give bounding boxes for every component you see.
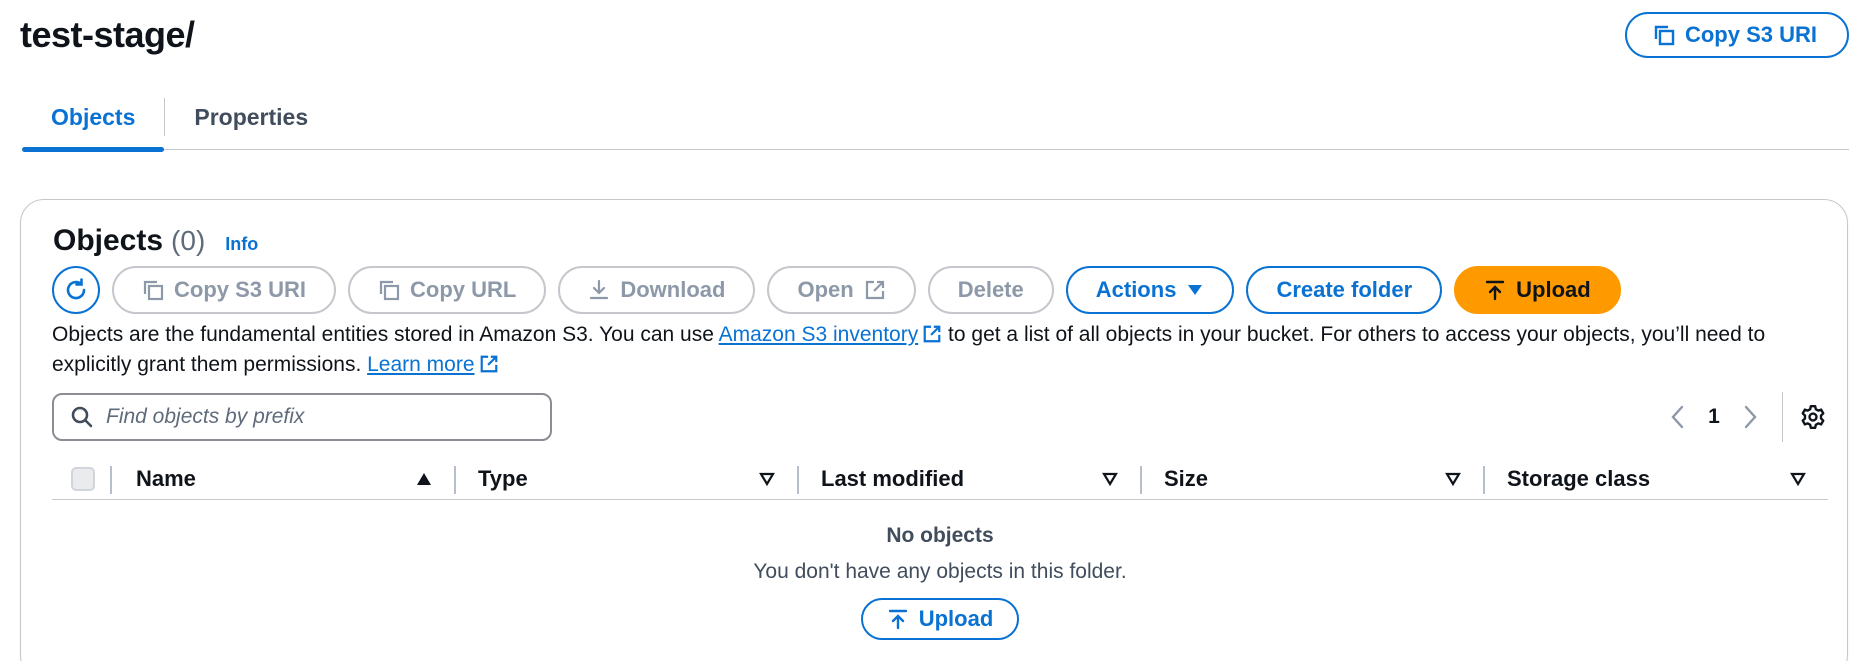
page-title: test-stage/ [20, 14, 195, 55]
s3-inventory-link-label: Amazon S3 inventory [718, 323, 919, 346]
external-link-icon [865, 280, 884, 300]
empty-state-upload-button[interactable]: Upload [861, 598, 1019, 640]
caret-down-icon [1188, 285, 1203, 295]
tab-bar: Objects Properties [22, 92, 1849, 152]
search-icon [71, 406, 93, 428]
column-header-name[interactable]: Name [112, 458, 454, 499]
copy-url-label: Copy URL [410, 277, 517, 302]
column-header-type[interactable]: Type [454, 458, 797, 499]
learn-more-link[interactable]: Learn more [367, 353, 474, 376]
sort-icon [759, 472, 775, 486]
info-link[interactable]: Info [225, 234, 258, 255]
refresh-button[interactable] [52, 266, 100, 314]
description-text-1: Objects are the fundamental entities sto… [52, 323, 719, 346]
actions-label: Actions [1095, 277, 1177, 302]
gear-icon [1801, 404, 1825, 430]
search-box [52, 393, 552, 441]
column-header-size[interactable]: Size [1140, 458, 1483, 499]
page-number[interactable]: 1 [1696, 405, 1732, 429]
upload-button[interactable]: Upload [1454, 266, 1621, 314]
upload-label: Upload [1516, 277, 1591, 302]
sort-icon [1790, 472, 1806, 486]
objects-description: Objects are the fundamental entities sto… [52, 320, 1842, 380]
upload-icon [1485, 280, 1505, 301]
upload-icon [888, 609, 907, 630]
objects-table-header: Name Type Last modified Size Storage cla… [52, 458, 1828, 500]
create-folder-label: Create folder [1276, 277, 1413, 302]
objects-panel: Objects (0) Info Copy S3 URI Copy URL Do… [20, 199, 1848, 661]
download-icon [590, 279, 609, 300]
empty-state-message: You don't have any objects in this folde… [753, 560, 1127, 583]
download-button[interactable]: Download [558, 266, 756, 314]
empty-state: No objects You don't have any objects in… [52, 500, 1828, 640]
select-all-cell [52, 458, 112, 499]
pagination-divider [1782, 392, 1783, 442]
objects-panel-title: Objects [53, 224, 164, 257]
objects-panel-header: Objects (0) Info [53, 224, 258, 258]
sort-icon [1102, 472, 1118, 486]
table-preferences-button[interactable] [1795, 404, 1831, 430]
empty-state-title: No objects [886, 524, 994, 547]
external-link-icon [480, 355, 497, 373]
copy-icon [143, 280, 164, 301]
open-label: Open [797, 277, 854, 302]
tab-objects[interactable]: Objects [22, 92, 165, 152]
next-page-button[interactable] [1732, 404, 1768, 430]
download-label: Download [620, 277, 726, 302]
external-link-icon [923, 325, 941, 343]
sort-ascending-icon [417, 472, 431, 485]
create-folder-button[interactable]: Create folder [1246, 266, 1443, 314]
delete-button[interactable]: Delete [927, 266, 1054, 314]
chevron-left-icon [1671, 405, 1684, 429]
column-size-label: Size [1164, 465, 1209, 491]
column-header-last-modified[interactable]: Last modified [797, 458, 1140, 499]
objects-count: (0) [171, 225, 206, 256]
header-copy-s3-uri-label: Copy S3 URI [1684, 22, 1817, 47]
previous-page-button[interactable] [1660, 404, 1696, 430]
open-button[interactable]: Open [767, 266, 916, 314]
column-last-modified-label: Last modified [821, 465, 965, 491]
copy-s3-uri-label: Copy S3 URI [174, 277, 307, 302]
tab-properties[interactable]: Properties [165, 92, 337, 150]
empty-state-upload-label: Upload [918, 606, 994, 631]
refresh-icon [66, 278, 86, 300]
search-input[interactable] [106, 405, 526, 429]
actions-dropdown-button[interactable]: Actions [1065, 266, 1235, 314]
header-copy-s3-uri-button[interactable]: Copy S3 URI [1624, 12, 1849, 58]
column-header-storage-class[interactable]: Storage class [1483, 458, 1828, 499]
learn-more-link-label: Learn more [367, 353, 475, 376]
copy-icon [379, 280, 400, 301]
column-type-label: Type [478, 465, 528, 491]
column-storage-class-label: Storage class [1507, 465, 1651, 491]
copy-icon [1654, 25, 1675, 46]
sort-icon [1445, 472, 1461, 486]
copy-url-button[interactable]: Copy URL [348, 266, 547, 314]
s3-inventory-link[interactable]: Amazon S3 inventory [719, 323, 919, 346]
column-name-label: Name [136, 465, 196, 491]
objects-toolbar: Copy S3 URI Copy URL Download Open Delet… [52, 266, 1621, 314]
copy-s3-uri-button[interactable]: Copy S3 URI [112, 266, 337, 314]
delete-label: Delete [957, 277, 1024, 302]
select-all-checkbox[interactable] [71, 466, 95, 491]
chevron-right-icon [1744, 405, 1757, 429]
pagination: 1 [1660, 392, 1831, 442]
